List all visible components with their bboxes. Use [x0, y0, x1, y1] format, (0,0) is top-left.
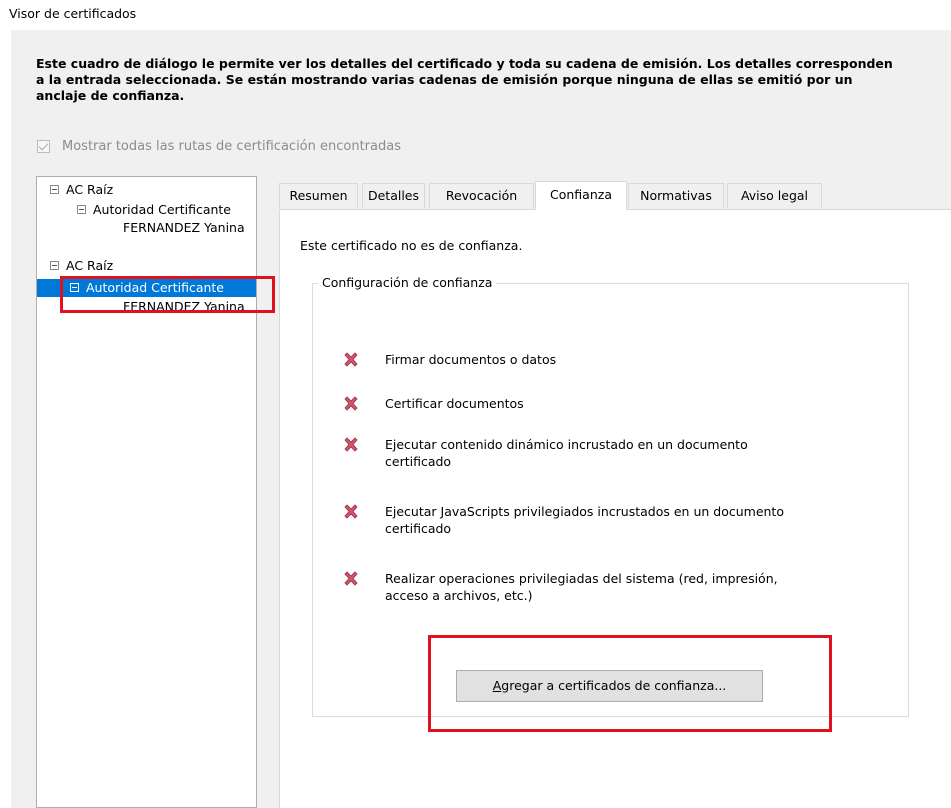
tab-detalles[interactable]: Detalles — [362, 183, 425, 208]
tree-node-label: FERNANDEZ Yanina — [123, 299, 245, 314]
certificate-chain-tree[interactable]: AC Raíz Autoridad Certificante FERNANDEZ… — [36, 176, 257, 808]
tree-node-label: AC Raíz — [66, 182, 114, 197]
tree-node-label: Autoridad Certificante — [93, 202, 231, 217]
trust-settings-group — [312, 283, 909, 717]
tab-confianza[interactable]: Confianza — [535, 181, 627, 210]
permission-text: Firmar documentos o datos — [385, 352, 557, 367]
tab-resumen[interactable]: Resumen — [279, 183, 358, 208]
tree-node-label: AC Raíz — [66, 258, 114, 273]
collapse-icon[interactable] — [50, 185, 59, 194]
title-bar: Visor de certificados — [0, 0, 951, 30]
access-key-letter: A — [492, 678, 502, 693]
tab-aviso-legal[interactable]: Aviso legal — [727, 183, 822, 208]
x-icon — [344, 352, 358, 367]
tree-node-authority-2-selected[interactable]: Autoridad Certificante — [37, 279, 256, 297]
collapse-icon[interactable] — [77, 205, 86, 214]
trust-settings-title: Configuración de confianza — [318, 275, 497, 290]
tree-node-label: Autoridad Certificante — [86, 280, 224, 295]
collapse-icon[interactable] — [50, 261, 59, 270]
add-to-trusted-certificates-button[interactable]: Agregar a certificados de confianza... — [456, 670, 763, 702]
tree-node-label: FERNANDEZ Yanina — [123, 220, 245, 235]
window-title: Visor de certificados — [9, 6, 137, 21]
permission-text: Realizar operaciones privilegiadas del s… — [385, 571, 778, 603]
x-icon — [344, 396, 358, 411]
x-icon — [344, 504, 358, 519]
tab-revocacion[interactable]: Revocación — [429, 183, 534, 208]
collapse-icon[interactable] — [70, 283, 79, 292]
show-all-paths-checkbox[interactable] — [37, 140, 50, 153]
tab-normativas[interactable]: Normativas — [628, 183, 724, 208]
permission-text: Certificar documentos — [385, 396, 524, 411]
x-icon — [344, 437, 358, 452]
permission-text: Ejecutar JavaScripts privilegiados incru… — [385, 504, 784, 536]
button-label: gregar a certificados de confianza... — [501, 678, 727, 693]
show-all-paths-label: Mostrar todas las rutas de certificación… — [62, 139, 401, 154]
x-icon — [344, 571, 358, 586]
dialog-description: Este cuadro de diálogo le permite ver lo… — [36, 56, 893, 103]
trust-status-message: Este certificado no es de confianza. — [300, 238, 523, 253]
permission-text: Ejecutar contenido dinámico incrustado e… — [385, 437, 748, 469]
